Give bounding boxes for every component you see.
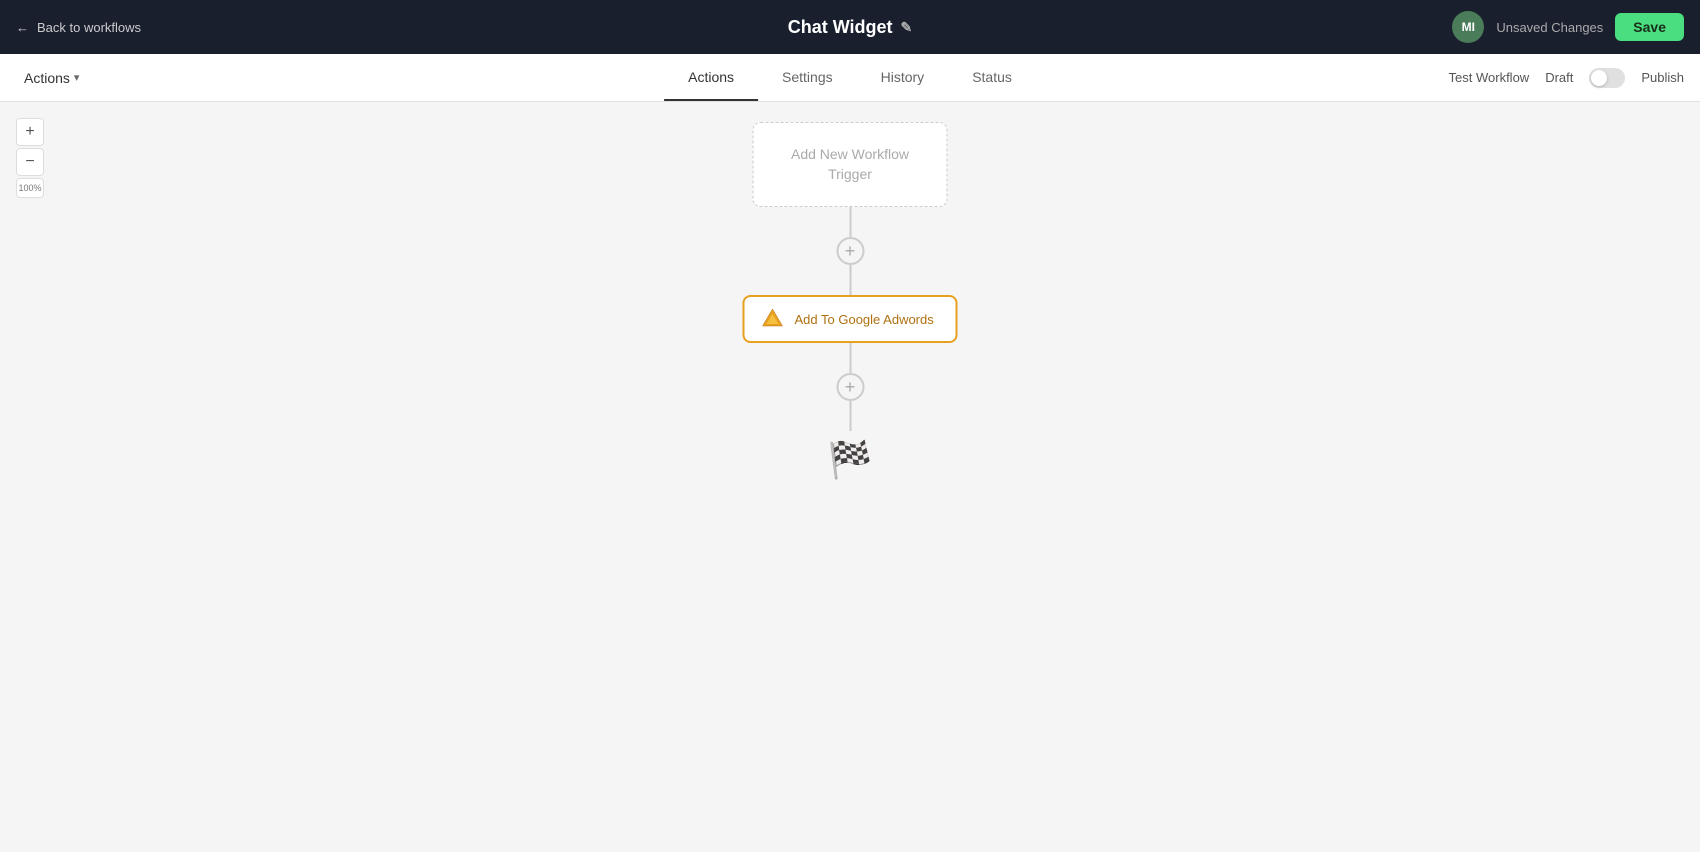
- zoom-level: 100%: [16, 178, 44, 198]
- add-step-button-2[interactable]: +: [836, 373, 864, 401]
- finish-flag: 🏁: [828, 439, 873, 481]
- trigger-node[interactable]: Add New Workflow Trigger: [753, 122, 948, 207]
- draft-publish-toggle[interactable]: [1589, 68, 1625, 88]
- actions-dropdown[interactable]: Actions ▾: [16, 66, 87, 90]
- back-to-workflows[interactable]: ← Back to workflows: [16, 20, 141, 35]
- workflow-nodes: Add New Workflow Trigger + Add To Google…: [743, 122, 958, 481]
- topbar-right-section: MI Unsaved Changes Save: [1452, 11, 1684, 43]
- publish-label: Publish: [1641, 70, 1684, 85]
- plus-icon-1: +: [845, 241, 856, 262]
- add-step-button-1[interactable]: +: [836, 237, 864, 265]
- topbar: ← Back to workflows Chat Widget ✎ MI Uns…: [0, 0, 1700, 54]
- connector-line-2: [849, 265, 851, 295]
- zoom-in-icon: +: [25, 123, 34, 141]
- avatar: MI: [1452, 11, 1484, 43]
- tab-history[interactable]: History: [857, 55, 949, 101]
- workflow-title-area: Chat Widget ✎: [788, 17, 913, 38]
- connector-line-1: [849, 207, 851, 237]
- connector-line-4: [849, 401, 851, 431]
- draft-label: Draft: [1545, 70, 1573, 85]
- tabs-bar: Actions ▾ Actions Settings History Statu…: [0, 54, 1700, 102]
- tab-status[interactable]: Status: [948, 55, 1036, 101]
- zoom-controls: + − 100%: [16, 118, 44, 198]
- workflow-canvas: + − 100% Add New Workflow Trigger +: [0, 102, 1700, 852]
- tabs-right: Test Workflow Draft Publish: [1449, 68, 1684, 88]
- back-label: Back to workflows: [37, 20, 141, 35]
- save-button[interactable]: Save: [1615, 13, 1684, 41]
- zoom-out-icon: −: [25, 153, 34, 171]
- plus-icon-2: +: [845, 377, 856, 398]
- tab-actions[interactable]: Actions: [664, 55, 758, 101]
- trigger-node-text: Add New Workflow Trigger: [791, 146, 909, 182]
- back-arrow-icon: ←: [16, 20, 29, 35]
- adwords-icon: [761, 307, 785, 331]
- actions-dropdown-label: Actions: [24, 70, 70, 86]
- zoom-out-button[interactable]: −: [16, 148, 44, 176]
- unsaved-label: Unsaved Changes: [1496, 20, 1603, 35]
- toggle-knob: [1591, 70, 1607, 86]
- edit-title-icon[interactable]: ✎: [901, 19, 913, 36]
- action-node-label: Add To Google Adwords: [795, 312, 934, 327]
- workflow-title: Chat Widget: [788, 17, 893, 38]
- connector-line-3: [849, 343, 851, 373]
- test-workflow-button[interactable]: Test Workflow: [1449, 70, 1530, 85]
- zoom-in-button[interactable]: +: [16, 118, 44, 146]
- tabs-center: Actions Settings History Status: [664, 55, 1036, 100]
- action-node-adwords[interactable]: Add To Google Adwords: [743, 295, 958, 343]
- tab-settings[interactable]: Settings: [758, 55, 857, 101]
- chevron-down-icon: ▾: [74, 71, 80, 84]
